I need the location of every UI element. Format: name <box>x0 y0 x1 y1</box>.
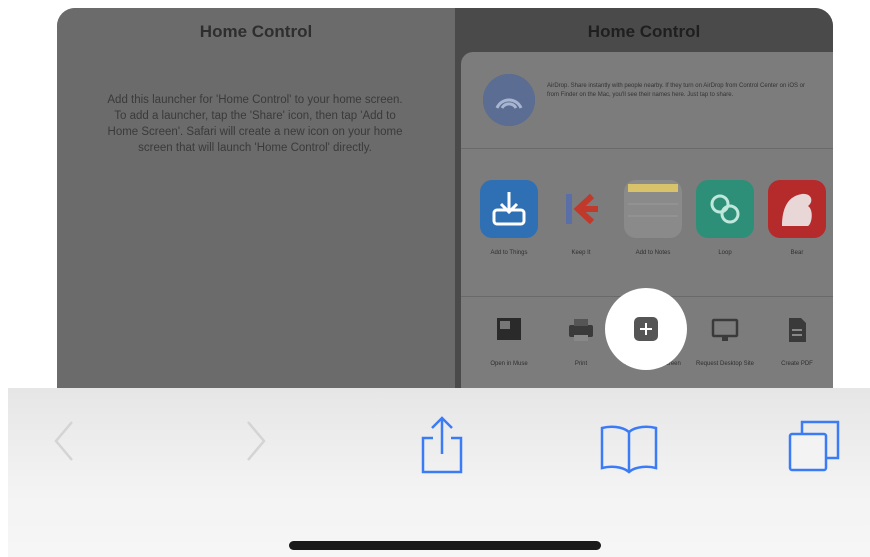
embedded-screenshot: Home Control Add this launcher for 'Home… <box>57 8 833 393</box>
action-label: Print <box>574 361 588 367</box>
document-icon <box>782 315 812 345</box>
action-label: Open in Muse <box>490 361 528 367</box>
notes-icon <box>624 180 682 238</box>
share-app-bear[interactable]: Bear <box>763 180 831 256</box>
airdrop-icon[interactable] <box>483 74 535 126</box>
airdrop-section: AirDrop. Share instantly with people nea… <box>461 52 833 149</box>
action-label: Request Desktop Site <box>695 361 755 367</box>
link-circles-icon <box>696 180 754 238</box>
share-app-loop[interactable]: Loop <box>691 180 759 256</box>
back-button[interactable] <box>52 418 76 469</box>
share-icon <box>421 416 463 474</box>
share-app-keepit[interactable]: Keep It <box>547 180 615 256</box>
share-app-label: Loop <box>718 250 732 256</box>
bear-icon <box>768 180 826 238</box>
left-pane-description: Add this launcher for 'Home Control' to … <box>107 94 403 154</box>
bookmarks-button[interactable] <box>598 422 660 481</box>
home-indicator[interactable] <box>289 541 601 550</box>
share-app-label: Add to Notes <box>635 250 671 256</box>
printer-icon <box>566 315 596 345</box>
left-pane: Home Control Add this launcher for 'Home… <box>57 8 455 393</box>
bookmarks-book-icon <box>600 425 658 474</box>
tabs-icon <box>788 420 840 472</box>
k-arrow-icon <box>552 180 610 238</box>
add-square-icon <box>634 317 658 341</box>
add-to-home-screen-highlight[interactable] <box>605 288 687 370</box>
action-create-pdf[interactable]: Create PDF <box>763 315 831 368</box>
share-app-things[interactable]: Add to Things <box>475 180 543 256</box>
left-pane-title: Home Control <box>199 22 313 41</box>
screen-icon <box>494 315 524 345</box>
share-app-notes[interactable]: Add to Notes <box>619 180 687 256</box>
share-apps-row: Add to Things Keep It Add to Notes Loop … <box>461 180 833 280</box>
share-app-label: Bear <box>790 250 804 256</box>
share-app-label: Keep It <box>571 250 591 256</box>
right-pane-title: Home Control <box>587 22 701 41</box>
forward-chevron-icon <box>247 421 266 461</box>
action-label: Create PDF <box>781 361 813 367</box>
forward-button[interactable] <box>244 418 268 469</box>
desktop-icon <box>710 315 740 345</box>
airdrop-description: AirDrop. Share instantly with people nea… <box>547 83 806 98</box>
screen: Home Control Add this launcher for 'Home… <box>0 0 870 557</box>
download-tray-icon <box>480 180 538 238</box>
share-app-label: Add to Things <box>490 250 528 256</box>
action-request-desktop-site[interactable]: Request Desktop Site <box>691 315 759 368</box>
share-button[interactable] <box>417 414 467 481</box>
back-chevron-icon <box>54 421 73 461</box>
tabs-button[interactable] <box>786 418 842 479</box>
action-open-in-muse[interactable]: Open in Muse <box>475 315 543 368</box>
